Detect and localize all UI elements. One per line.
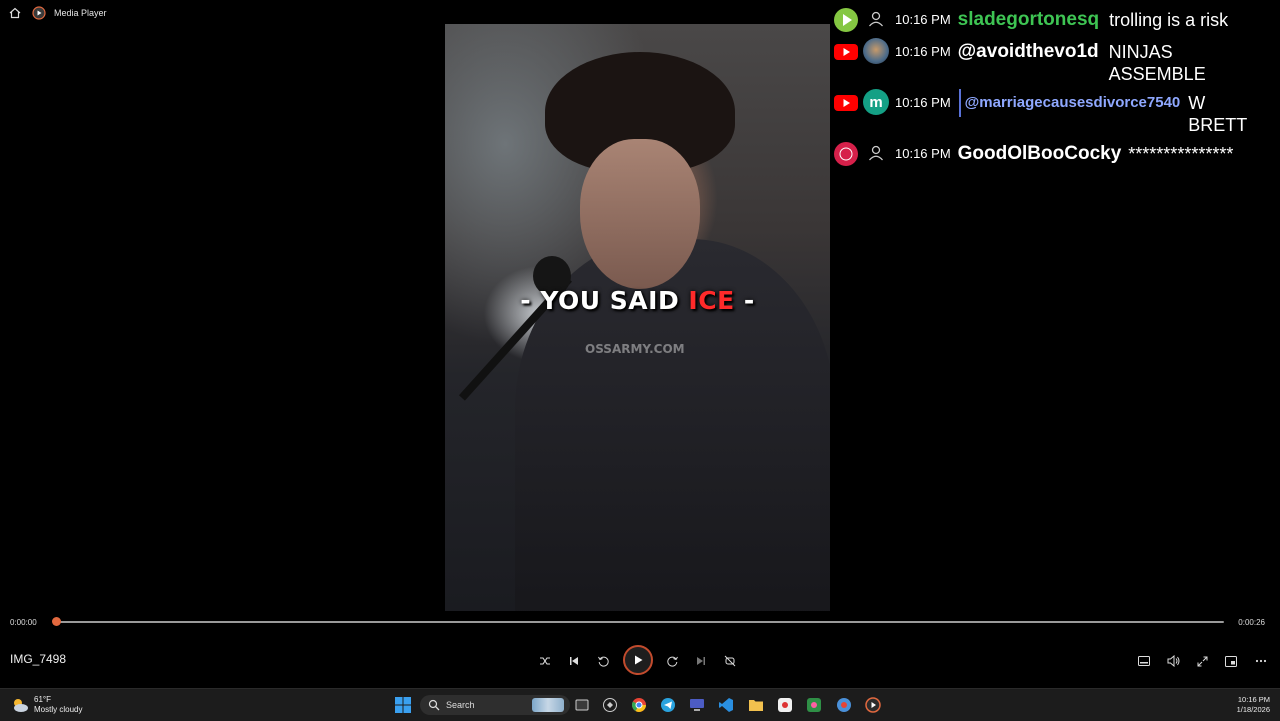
video-watermark: OSSARMY.COM bbox=[585, 342, 685, 356]
taskbar-app-screen[interactable] bbox=[688, 696, 706, 714]
start-button[interactable] bbox=[394, 696, 412, 714]
previous-button[interactable] bbox=[564, 651, 584, 671]
user-icon bbox=[863, 6, 889, 32]
chat-message: m 10:16 PM @marriagecausesdivorce7540 W … bbox=[830, 89, 1280, 136]
game-app-icon bbox=[807, 698, 821, 712]
play-button[interactable] bbox=[623, 645, 653, 675]
file-name: IMG_7498 bbox=[10, 652, 67, 666]
chrome-icon bbox=[631, 698, 646, 712]
chat-username: @marriagecausesdivorce7540 bbox=[958, 89, 1180, 117]
shuffle-button[interactable] bbox=[535, 651, 555, 671]
copilot-icon bbox=[603, 698, 617, 712]
volume-icon bbox=[1167, 655, 1179, 667]
windows-icon bbox=[395, 697, 411, 713]
weather-desc: Mostly cloudy bbox=[34, 705, 83, 714]
capture-app-icon bbox=[778, 698, 792, 712]
subtitles-button[interactable] bbox=[1134, 651, 1154, 671]
chat-text: NINJAS ASSEMBLE bbox=[1108, 42, 1206, 84]
taskbar: 61°F Mostly cloudy Search 10:16 PM 1/18/… bbox=[0, 688, 1280, 721]
volume-button[interactable] bbox=[1163, 651, 1183, 671]
monitor-icon bbox=[690, 699, 704, 711]
folder-icon bbox=[749, 700, 763, 711]
video-caption: - YOU SAID ICE - bbox=[520, 286, 755, 315]
subtitles-icon bbox=[1138, 656, 1150, 666]
weather-temp: 61°F bbox=[34, 695, 51, 704]
rewind-10-icon bbox=[597, 656, 609, 667]
forward-30-icon bbox=[666, 656, 678, 667]
next-button[interactable] bbox=[691, 651, 711, 671]
taskbar-app-browser[interactable] bbox=[835, 696, 853, 714]
home-button[interactable] bbox=[0, 0, 30, 26]
search-highlight-image bbox=[532, 698, 564, 712]
home-icon bbox=[9, 7, 21, 19]
taskbar-app-copilot[interactable] bbox=[601, 696, 619, 714]
fullscreen-icon bbox=[1197, 656, 1207, 666]
taskbar-app-capture[interactable] bbox=[776, 696, 794, 714]
chat-message: 10:16 PM GoodOlBooCocky *************** bbox=[830, 140, 1280, 168]
chat-username: sladegortonesq bbox=[957, 9, 1100, 30]
player-controls: IMG_7498 bbox=[0, 640, 1280, 682]
video-frame[interactable]: - YOU SAID ICE - OSSARMY.COM bbox=[445, 24, 830, 611]
forward-30-button[interactable] bbox=[662, 651, 682, 671]
chat-message: 10:16 PM @avoidthevo1d NINJAS ASSEMBLE bbox=[830, 38, 1280, 85]
taskbar-app-telegram[interactable] bbox=[659, 696, 677, 714]
miniplayer-icon bbox=[1225, 655, 1237, 667]
avatar bbox=[863, 38, 889, 64]
media-player-app-icon bbox=[32, 6, 46, 20]
more-icon bbox=[1255, 659, 1267, 663]
more-options-button[interactable] bbox=[1251, 651, 1271, 671]
miniplayer-button[interactable] bbox=[1221, 651, 1241, 671]
taskbar-search[interactable]: Search bbox=[420, 695, 570, 715]
task-view-button[interactable] bbox=[573, 696, 591, 714]
weather-widget[interactable]: 61°F Mostly cloudy bbox=[10, 695, 82, 715]
repeat-off-button[interactable] bbox=[720, 651, 740, 671]
repeat-off-icon bbox=[724, 655, 736, 667]
user-icon bbox=[863, 140, 889, 166]
chat-username: @avoidthevo1d bbox=[957, 41, 1099, 62]
taskbar-app-game[interactable] bbox=[805, 696, 823, 714]
seek-bar[interactable]: 0:00:00 0:00:26 bbox=[0, 614, 1280, 632]
taskbar-clock[interactable]: 10:16 PM 1/18/2026 bbox=[1237, 695, 1270, 715]
telegram-icon bbox=[661, 698, 675, 712]
rewind-10-button[interactable] bbox=[593, 651, 613, 671]
taskbar-app-vscode[interactable] bbox=[717, 696, 735, 714]
search-icon bbox=[428, 699, 440, 711]
cloudy-weather-icon bbox=[14, 699, 28, 712]
chat-text: *************** bbox=[1128, 144, 1234, 164]
duration: 0:00:26 bbox=[1238, 618, 1265, 627]
seek-track[interactable] bbox=[56, 621, 1224, 623]
chat-text: trolling is a risk bbox=[1109, 10, 1229, 30]
media-player-icon bbox=[865, 697, 881, 713]
channel-badge-icon bbox=[832, 140, 860, 168]
chat-text: W BRETT bbox=[1188, 93, 1248, 135]
taskbar-app-media-player[interactable] bbox=[864, 696, 882, 714]
chat-message: 10:16 PM sladegortonesq trolling is a ri… bbox=[830, 6, 1280, 34]
play-icon bbox=[635, 655, 643, 665]
title-bar: Media Player bbox=[0, 0, 830, 26]
rumble-icon bbox=[832, 6, 860, 34]
vscode-icon bbox=[719, 698, 733, 712]
browser-app-icon bbox=[837, 698, 851, 712]
task-view-icon bbox=[575, 699, 589, 711]
taskbar-app-file-explorer[interactable] bbox=[747, 696, 765, 714]
chat-overlay: 10:16 PM sladegortonesq trolling is a ri… bbox=[830, 6, 1280, 172]
skip-next-icon bbox=[697, 657, 705, 665]
shuffle-icon bbox=[540, 657, 550, 665]
avatar: m bbox=[863, 89, 889, 115]
window-title: Media Player bbox=[54, 8, 107, 18]
fullscreen-button[interactable] bbox=[1192, 651, 1212, 671]
current-time: 0:00:00 bbox=[10, 618, 37, 627]
youtube-icon bbox=[832, 89, 860, 117]
youtube-icon bbox=[832, 38, 860, 66]
taskbar-app-chrome[interactable] bbox=[630, 696, 648, 714]
skip-previous-icon bbox=[570, 657, 578, 665]
chat-username: GoodOlBooCocky bbox=[957, 143, 1122, 164]
seek-handle[interactable] bbox=[52, 617, 61, 626]
